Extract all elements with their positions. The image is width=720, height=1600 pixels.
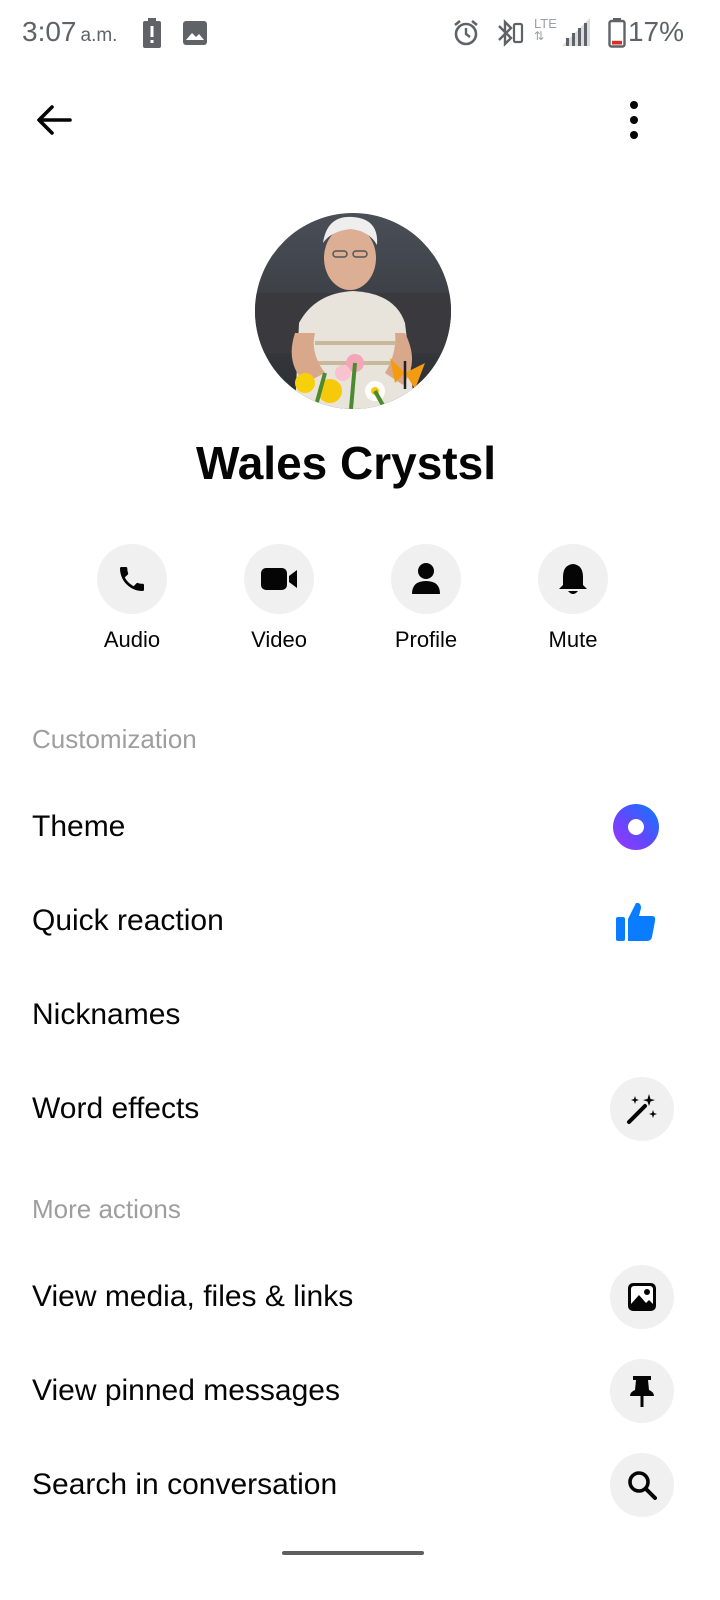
- word-effects-label: Word effects: [32, 1092, 200, 1125]
- thumbs-up-icon: [604, 889, 668, 953]
- video-label: Video: [251, 627, 307, 652]
- person-icon: [412, 563, 440, 594]
- phone-icon: [120, 567, 144, 591]
- word-effects-row[interactable]: Word effects: [0, 1064, 720, 1154]
- search-icon: [628, 1471, 657, 1500]
- more-vertical-icon: [630, 101, 638, 139]
- pin-icon: [630, 1376, 654, 1407]
- view-pinned-row[interactable]: View pinned messages: [0, 1346, 720, 1436]
- status-bar: 3:07 a.m. LTE ⇅ 17%: [0, 0, 720, 68]
- battery-alert-icon: [142, 18, 162, 53]
- view-media-row[interactable]: View media, files & links: [0, 1252, 720, 1342]
- audio-call-circle[interactable]: [97, 544, 167, 614]
- theme-label: Theme: [32, 810, 126, 843]
- search-conversation-label: Search in conversation: [32, 1468, 338, 1501]
- profile-label: Profile: [394, 627, 458, 652]
- word-effects-icon-wrap: [610, 1077, 674, 1141]
- more-actions-section-title: More actions: [32, 1194, 181, 1224]
- search-icon-wrap: [610, 1453, 674, 1517]
- status-ampm: a.m.: [80, 25, 118, 46]
- profile-circle[interactable]: [391, 544, 461, 614]
- top-bar: [0, 80, 720, 160]
- more-options-button[interactable]: [604, 90, 664, 150]
- mute-button[interactable]: Mute: [513, 544, 633, 653]
- search-conversation-row[interactable]: Search in conversation: [0, 1440, 720, 1530]
- signal-icon: [562, 18, 592, 51]
- customization-section-title: Customization: [32, 724, 197, 754]
- view-media-icon-wrap: [610, 1265, 674, 1329]
- audio-call-button[interactable]: Audio: [72, 544, 192, 653]
- back-button[interactable]: [24, 90, 84, 150]
- view-pinned-icon-wrap: [610, 1359, 674, 1423]
- bell-icon: [559, 564, 587, 594]
- contact-avatar[interactable]: [255, 213, 451, 409]
- arrow-left-icon: [37, 105, 72, 135]
- quick-reaction-label: Quick reaction: [32, 904, 224, 937]
- mute-label: Mute: [548, 627, 598, 652]
- home-indicator[interactable]: [282, 1551, 424, 1555]
- status-time-value: 3:07: [22, 16, 77, 47]
- video-call-circle[interactable]: [244, 544, 314, 614]
- bluetooth-icon: [494, 18, 524, 53]
- messenger-contact-details: 3:07 a.m. LTE ⇅ 17% Wales Crystsl Audio …: [0, 0, 720, 1600]
- audio-label: Audio: [103, 627, 161, 652]
- battery-fill: [612, 40, 622, 45]
- video-call-button[interactable]: Video: [219, 544, 339, 653]
- nicknames-label: Nicknames: [32, 998, 181, 1031]
- view-pinned-label: View pinned messages: [32, 1374, 340, 1407]
- avatar-photo: [255, 213, 451, 409]
- theme-gradient-icon: [604, 795, 668, 859]
- mute-circle[interactable]: [538, 544, 608, 614]
- gallery-notification-icon: [183, 21, 207, 50]
- image-icon: [628, 1283, 656, 1311]
- nicknames-row[interactable]: Nicknames: [0, 970, 720, 1060]
- theme-row[interactable]: Theme: [0, 782, 720, 872]
- video-camera-icon: [261, 568, 297, 590]
- magic-wand-icon: [627, 1094, 657, 1124]
- battery-percent: 17%: [627, 16, 684, 47]
- lte-indicator: LTE ⇅: [534, 16, 557, 43]
- status-time: 3:07 a.m.: [22, 16, 117, 48]
- quick-reaction-row[interactable]: Quick reaction: [0, 876, 720, 966]
- profile-button[interactable]: Profile: [366, 544, 486, 653]
- alarm-icon: [452, 19, 480, 52]
- battery-icon: [608, 18, 626, 53]
- view-media-label: View media, files & links: [32, 1280, 354, 1313]
- contact-name: Wales Crystsl: [196, 437, 496, 489]
